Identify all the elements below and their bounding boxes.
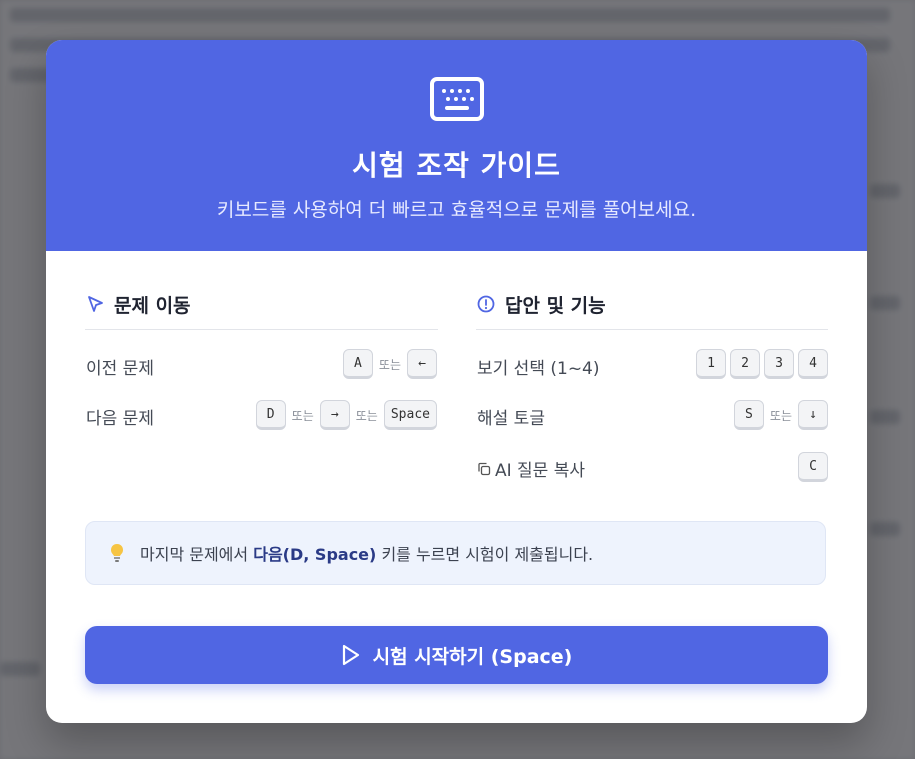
key-3: 3: [764, 349, 794, 379]
shortcut-keys-next: D 또는 → 또는 Space: [255, 398, 437, 432]
keyboard-icon: [430, 77, 484, 121]
shortcut-keys-select: 1 2 3 4: [696, 347, 828, 381]
key-1: 1: [696, 349, 726, 379]
play-icon: [342, 644, 359, 666]
divider: [85, 329, 438, 330]
tip-emphasis: 다음(D, Space): [253, 545, 377, 564]
shortcut-label-explanation: 해설 토글: [477, 409, 545, 429]
divider: [476, 329, 828, 330]
key-left-arrow: ←: [407, 349, 437, 379]
shortcut-label-select: 보기 선택 (1~4): [477, 359, 600, 379]
copy-icon: [478, 462, 491, 475]
or-text: 또는: [355, 408, 378, 423]
or-text: 또는: [378, 357, 401, 372]
dialog-subtitle: 키보드를 사용하여 더 빠르고 효율적으로 문제를 풀어보세요.: [216, 199, 697, 221]
or-text: 또는: [769, 408, 792, 423]
key-down-arrow: ↓: [798, 400, 828, 430]
section-navigation-title: 문제 이동: [86, 292, 191, 317]
alert-circle-icon: [477, 295, 495, 313]
section-answers-title: 답안 및 기능: [477, 292, 606, 317]
section-navigation-heading: 문제 이동: [114, 294, 191, 317]
key-space: Space: [383, 400, 437, 430]
section-answers-heading: 답안 및 기능: [505, 294, 606, 317]
key-a: A: [342, 349, 373, 379]
key-d: D: [255, 400, 286, 430]
key-2: 2: [730, 349, 760, 379]
shortcut-label-ai-copy: AI 질문 복사: [477, 456, 585, 481]
lightbulb-icon: [111, 544, 123, 562]
submit-tip: 마지막 문제에서 다음(D, Space) 키를 누르면 시험이 제출됩니다.: [85, 521, 826, 585]
dialog-title: 시험 조작 가이드: [352, 149, 561, 182]
key-right-arrow: →: [319, 400, 350, 430]
ai-copy-label: AI 질문 복사: [495, 461, 586, 481]
shortcut-keys-ai-copy: C: [798, 450, 828, 484]
dialog-header: 시험 조작 가이드 키보드를 사용하여 더 빠르고 효율적으로 문제를 풀어보세…: [46, 40, 867, 251]
shortcut-keys-explanation: S 또는 ↓: [733, 398, 828, 432]
shortcut-keys-prev: A 또는 ←: [342, 347, 437, 381]
key-s: S: [733, 400, 764, 430]
tip-suffix: 키를 누르면 시험이 제출됩니다.: [381, 545, 594, 564]
start-exam-button[interactable]: 시험 시작하기 (Space): [85, 626, 828, 684]
or-text: 또는: [291, 408, 314, 423]
cursor-icon: [88, 296, 103, 312]
tip-prefix: 마지막 문제에서: [140, 545, 249, 564]
key-4: 4: [798, 349, 828, 379]
shortcut-label-next: 다음 문제: [86, 409, 154, 429]
guide-dialog: 시험 조작 가이드 키보드를 사용하여 더 빠르고 효율적으로 문제를 풀어보세…: [46, 40, 867, 723]
shortcut-label-prev: 이전 문제: [86, 359, 154, 379]
key-c: C: [798, 452, 828, 482]
start-exam-label: 시험 시작하기 (Space): [372, 645, 573, 668]
